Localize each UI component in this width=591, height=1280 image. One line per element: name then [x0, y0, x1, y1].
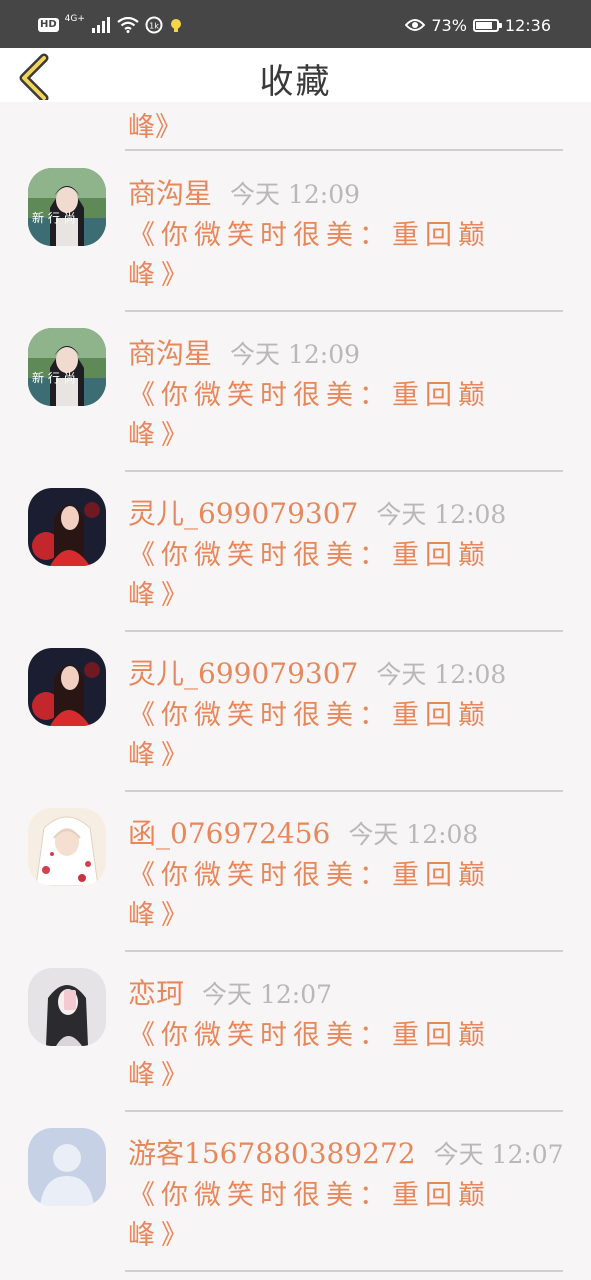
list-item[interactable]: 游客1567880389272 今天 12:07 《你微笑时很美：重回巅峰》: [0, 1110, 591, 1270]
favorite-message: 《你微笑时很美：重回巅峰》: [128, 1180, 491, 1251]
avatar[interactable]: [28, 808, 106, 886]
avatar-image: [28, 808, 106, 886]
list-item[interactable]: 商沟星 今天 12:09 《你微笑时很美：重回巅峰》: [0, 150, 591, 310]
name-row: 游客1567880389272 今天 12:07: [128, 1132, 564, 1172]
page-title: 收藏: [259, 62, 332, 102]
user-name: 游客1567880389272: [128, 1137, 416, 1170]
favorite-message: 《你微笑时很美：重回巅峰》: [128, 380, 491, 451]
clock: 12:36: [504, 15, 551, 35]
message-tail: 峰》: [128, 112, 182, 143]
timestamp: 今天 12:09: [230, 180, 361, 209]
timestamp: 今天 12:08: [376, 660, 507, 689]
avatar-image: [28, 328, 106, 406]
user-name: 函_076972456: [128, 817, 331, 850]
battery-icon: [472, 18, 502, 32]
list-item[interactable]: 函_076972456 今天 12:08 《你微笑时很美：重回巅峰》: [0, 790, 591, 950]
favorite-message: 《你微笑时很美：重回巅峰》: [128, 860, 491, 931]
title-bar: 收藏: [0, 48, 591, 103]
avatar-image: [28, 168, 106, 246]
list-item[interactable]: 灵儿_699079307 今天 12:08 《你微笑时很美：重回巅峰》: [0, 630, 591, 790]
list-item[interactable]: 恋珂 今天 12:07 《你微笑时很美：重回巅峰》: [0, 950, 591, 1110]
timestamp: 今天 12:09: [230, 340, 361, 369]
name-row: 灵儿_699079307 今天 12:08: [128, 492, 506, 532]
favorite-message: 《你微笑时很美：重回巅峰》: [128, 220, 491, 291]
name-row: 灵儿_699079307 今天 12:08: [128, 652, 506, 692]
name-row: 函_076972456 今天 12:08: [128, 812, 478, 852]
avatar[interactable]: [28, 648, 106, 726]
user-name: 灵儿_699079307: [128, 657, 359, 690]
avatar[interactable]: [28, 488, 106, 566]
data-saver-icon: 1k: [145, 16, 163, 34]
list-item[interactable]: 商沟星 今天 12:09 《你微笑时很美：重回巅峰》: [0, 310, 591, 470]
timestamp: 今天 12:08: [348, 820, 479, 849]
avatar[interactable]: [28, 168, 106, 246]
status-left: HD 4G+ 1k: [38, 12, 183, 38]
favorite-message: 《你微笑时很美：重回巅峰》: [128, 1020, 491, 1091]
user-name: 商沟星: [128, 177, 213, 210]
battery-percent: 73%: [431, 15, 467, 35]
user-name: 商沟星: [128, 337, 213, 370]
divider: [125, 1270, 563, 1272]
svg-text:1k: 1k: [149, 22, 159, 31]
avatar-image: [28, 648, 106, 726]
timestamp: 今天 12:07: [202, 980, 333, 1009]
network-type: 4G+: [64, 14, 85, 24]
name-row: 商沟星 今天 12:09: [128, 172, 360, 212]
default-user-icon: [28, 1128, 106, 1206]
list-item-partial[interactable]: 峰》: [0, 102, 591, 150]
list-item[interactable]: 灵儿_699079307 今天 12:08 《你微笑时很美：重回巅峰》: [0, 470, 591, 630]
avatar[interactable]: [28, 968, 106, 1046]
favorite-message: 《你微笑时很美：重回巅峰》: [128, 540, 491, 611]
timestamp: 今天 12:07: [433, 1140, 564, 1169]
user-name: 灵儿_699079307: [128, 497, 359, 530]
wifi-icon: [117, 17, 139, 33]
avatar-image: [28, 488, 106, 566]
avatar[interactable]: [28, 1128, 106, 1206]
status-right: 73% 12:36: [405, 12, 551, 38]
favorites-list[interactable]: 峰》 商沟星 今天 12:09 《你微笑时很美：重回巅峰》 商沟星 今天 12:09…: [0, 102, 591, 1280]
status-bar: HD 4G+ 1k 73% 12:36: [0, 0, 591, 48]
avatar-image: [28, 968, 106, 1046]
favorite-message: 《你微笑时很美：重回巅峰》: [128, 700, 491, 771]
notification-icon: [170, 19, 181, 32]
eye-comfort-icon: [405, 19, 426, 31]
user-name: 恋珂: [128, 977, 185, 1010]
hd-badge: HD: [38, 18, 59, 32]
name-row: 商沟星 今天 12:09: [128, 332, 360, 372]
avatar[interactable]: [28, 328, 106, 406]
timestamp: 今天 12:08: [376, 500, 507, 529]
signal-icon: [91, 17, 110, 33]
name-row: 恋珂 今天 12:07: [128, 972, 332, 1012]
